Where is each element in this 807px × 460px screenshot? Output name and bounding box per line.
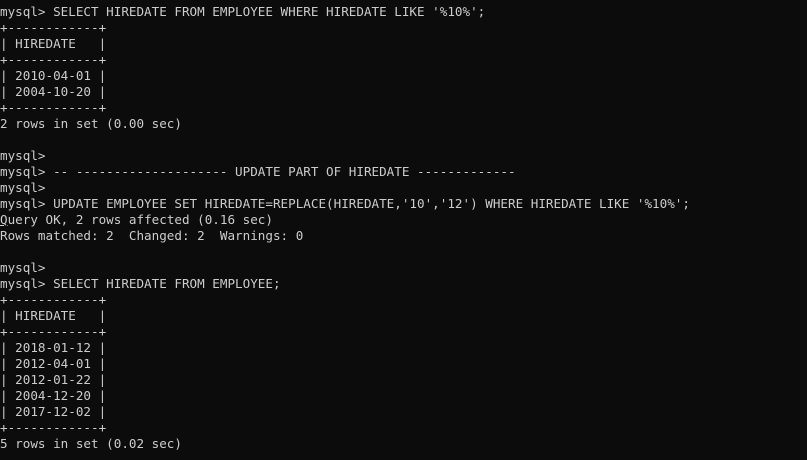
table-row: | 2004-10-20 | [0,84,107,99]
table-border: +------------+ [0,324,107,339]
prompt-update: mysql> UPDATE EMPLOYEE SET HIREDATE=REPL… [0,196,690,211]
result-summary: 2 rows in set (0.00 sec) [0,116,182,131]
table-border: +------------+ [0,100,107,115]
table-border: +------------+ [0,20,107,35]
table-row: | 2004-12-20 | [0,388,107,403]
rows-matched-message: Rows matched: 2 Changed: 2 Warnings: 0 [0,228,304,243]
table-border: +------------+ [0,52,107,67]
prompt-comment: mysql> -- -------------------- UPDATE PA… [0,164,516,179]
prompt-empty: mysql> [0,260,46,275]
table-row: | 2012-01-22 | [0,372,107,387]
table-row: | 2018-01-12 | [0,340,107,355]
table-header: | HIREDATE | [0,308,107,323]
table-row: | 2010-04-01 | [0,68,107,83]
table-row: | 2017-12-02 | [0,404,107,419]
terminal-window[interactable]: mysql> SELECT HIREDATE FROM EMPLOYEE WHE… [0,0,807,460]
prompt-empty: mysql> [0,180,46,195]
table-border: +------------+ [0,420,107,435]
prompt-empty: mysql> [0,148,46,163]
prompt-select-filtered: mysql> SELECT HIREDATE FROM EMPLOYEE WHE… [0,4,486,19]
table-header: | HIREDATE | [0,36,107,51]
prompt-select-all: mysql> SELECT HIREDATE FROM EMPLOYEE; [0,276,281,291]
query-ok-rest: uery OK, 2 rows affected (0.16 sec) [7,212,273,227]
query-ok-message: Query OK, 2 rows affected (0.16 sec) [0,212,807,228]
table-row: | 2012-04-01 | [0,356,107,371]
table-border: +------------+ [0,292,107,307]
result-summary: 5 rows in set (0.02 sec) [0,436,182,451]
text-cursor: Q [0,212,8,227]
